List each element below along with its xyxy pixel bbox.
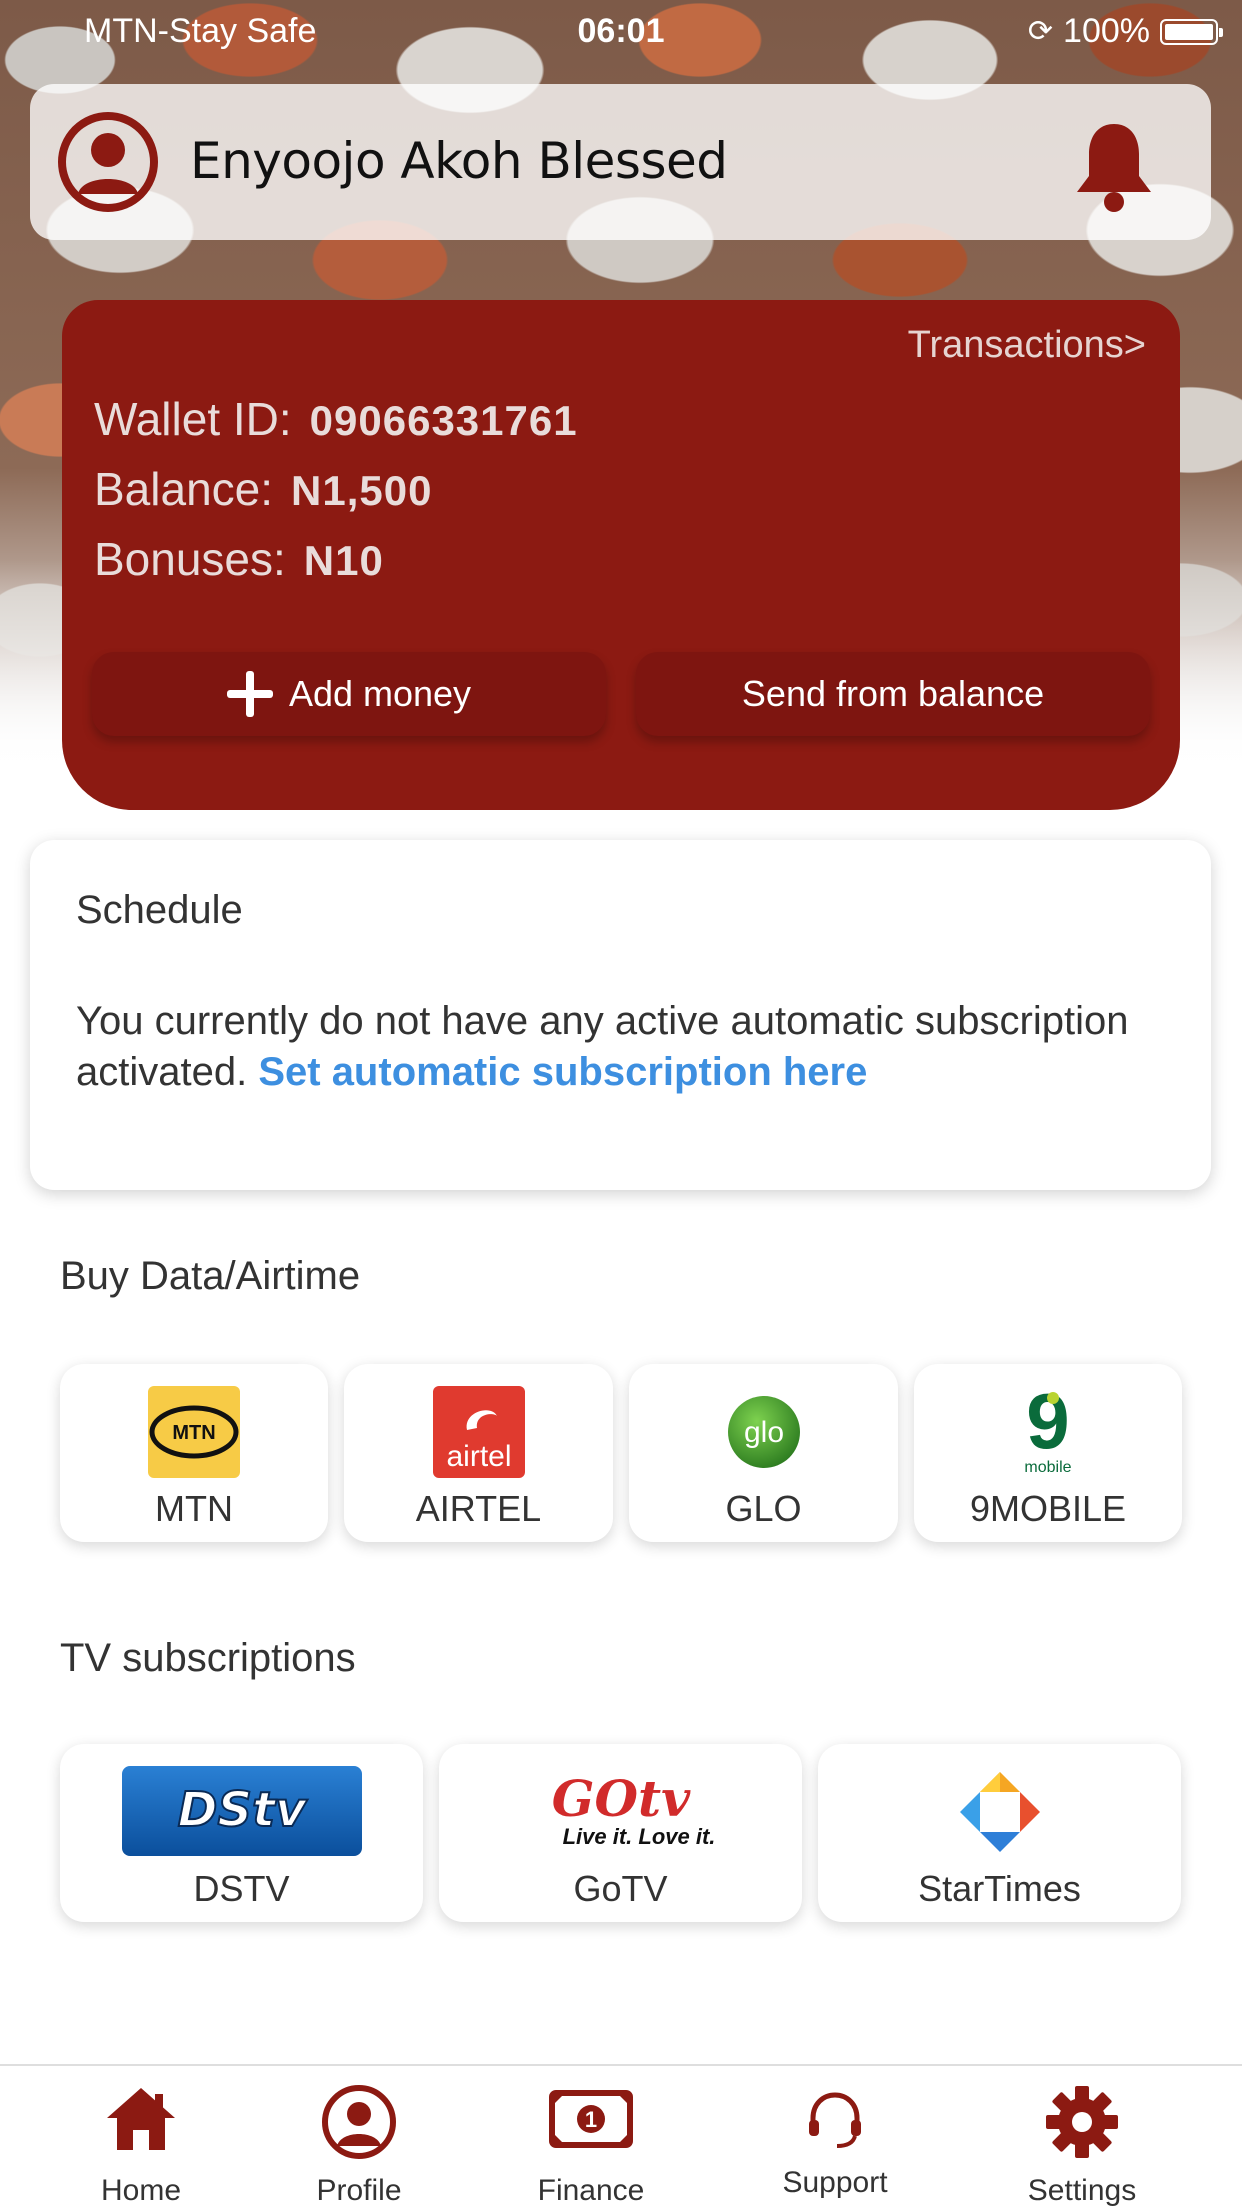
nav-profile-label: Profile bbox=[316, 2174, 402, 2207]
gear-icon bbox=[1046, 2086, 1118, 2158]
wallet-id-label: Wallet ID: bbox=[94, 393, 292, 445]
buy-data-airtime-title: Buy Data/Airtime bbox=[60, 1254, 361, 1298]
provider-label-mtn: MTN bbox=[155, 1488, 233, 1529]
provider-tile-airtel[interactable]: airtel AIRTEL bbox=[344, 1364, 613, 1542]
tv-label-startimes: StarTimes bbox=[918, 1868, 1081, 1909]
glo-logo-icon: glo bbox=[727, 1396, 800, 1468]
tv-tile-dstv[interactable]: DStv DSTV bbox=[60, 1744, 423, 1922]
bell-icon[interactable] bbox=[1069, 118, 1159, 214]
balance-value: N1,500 bbox=[291, 467, 433, 514]
dstv-logo-text: DStv bbox=[177, 1782, 307, 1838]
profile-icon bbox=[322, 2085, 396, 2159]
set-automatic-subscription-link[interactable]: Set automatic subscription here bbox=[258, 1050, 867, 1094]
send-from-balance-button[interactable]: Send from balance bbox=[636, 652, 1150, 736]
wallet-card: Transactions> Wallet ID: 09066331761 Bala… bbox=[62, 300, 1180, 810]
nav-home[interactable]: Home bbox=[41, 2066, 241, 2210]
svg-text:1: 1 bbox=[585, 2107, 597, 2132]
wallet-id-row: Wallet ID: 09066331761 bbox=[94, 392, 578, 446]
balance-row: Balance: N1,500 bbox=[94, 462, 432, 516]
headset-icon bbox=[809, 2092, 861, 2148]
mtn-logo-icon: MTN bbox=[148, 1386, 240, 1478]
provider-label-glo: GLO bbox=[725, 1488, 802, 1529]
nav-home-label: Home bbox=[100, 2174, 182, 2207]
status-right: ⟳ 100% bbox=[1027, 12, 1223, 51]
dstv-logo-icon: DStv bbox=[121, 1766, 362, 1856]
9mobile-logo-icon: 9 mobile bbox=[1024, 1382, 1071, 1476]
orientation-lock-icon: ⟳ bbox=[1027, 15, 1054, 48]
home-icon bbox=[107, 2088, 175, 2150]
gotv-logo-text: GOtv bbox=[551, 1769, 690, 1828]
tv-label-gotv: GoTV bbox=[573, 1868, 668, 1909]
mtn-logo-text: MTN bbox=[172, 1422, 215, 1444]
finance-icon: 1 bbox=[549, 2090, 633, 2148]
add-money-button[interactable]: Add money bbox=[92, 652, 606, 736]
tv-tile-gotv[interactable]: GOtv Live it. Love it. GoTV bbox=[439, 1744, 802, 1922]
bonuses-label: Bonuses: bbox=[94, 533, 286, 585]
user-name: Enyoojo Akoh Blessed bbox=[190, 132, 728, 190]
bottom-navigation: Home Profile 1 Finance Support Settings bbox=[0, 2064, 1242, 2210]
nav-support[interactable]: Support bbox=[735, 2066, 935, 2210]
send-from-balance-label: Send from balance bbox=[741, 673, 1045, 714]
provider-label-airtel: AIRTEL bbox=[415, 1488, 542, 1529]
glo-logo-text: glo bbox=[743, 1416, 783, 1449]
tv-label-dstv: DSTV bbox=[193, 1868, 290, 1909]
profile-header: Enyoojo Akoh Blessed bbox=[30, 84, 1211, 240]
gotv-logo-icon: GOtv Live it. Love it. bbox=[551, 1769, 715, 1849]
schedule-message: You currently do not have any active aut… bbox=[76, 996, 1166, 1098]
nav-finance-label: Finance bbox=[537, 2174, 645, 2207]
schedule-title: Schedule bbox=[76, 888, 243, 932]
bonuses-row: Bonuses: N10 bbox=[94, 532, 384, 586]
battery-icon bbox=[1160, 18, 1223, 45]
plus-icon bbox=[226, 671, 273, 717]
battery-percent: 100% bbox=[1063, 12, 1150, 50]
gotv-logo-tagline: Live it. Love it. bbox=[562, 1824, 715, 1849]
schedule-card: Schedule You currently do not have any a… bbox=[30, 840, 1211, 1190]
provider-label-9mobile: 9MOBILE bbox=[969, 1488, 1127, 1529]
nav-settings[interactable]: Settings bbox=[982, 2066, 1182, 2210]
9mobile-logo-sub: mobile bbox=[1024, 1459, 1071, 1476]
tv-subscriptions-title: TV subscriptions bbox=[60, 1636, 356, 1680]
nav-settings-label: Settings bbox=[1027, 2174, 1137, 2207]
9mobile-logo-number: 9 bbox=[1026, 1382, 1069, 1465]
status-bar: MTN-Stay Safe 06:01 ⟳ 100% bbox=[0, 0, 1242, 62]
nav-profile[interactable]: Profile bbox=[259, 2066, 459, 2210]
airtel-logo-icon: airtel bbox=[432, 1386, 525, 1478]
add-money-label: Add money bbox=[288, 673, 472, 714]
balance-label: Balance: bbox=[94, 463, 274, 515]
airtel-logo-text: airtel bbox=[446, 1440, 511, 1473]
transactions-link[interactable]: Transactions> bbox=[908, 324, 1146, 367]
nav-finance[interactable]: 1 Finance bbox=[491, 2066, 691, 2210]
provider-tile-glo[interactable]: glo GLO bbox=[629, 1364, 898, 1542]
provider-tile-9mobile[interactable]: 9 mobile 9MOBILE bbox=[914, 1364, 1182, 1542]
wallet-id-value: 09066331761 bbox=[309, 397, 578, 444]
tv-tile-startimes[interactable]: StarTimes bbox=[818, 1744, 1181, 1922]
provider-tile-mtn[interactable]: MTN MTN bbox=[60, 1364, 328, 1542]
nav-support-label: Support bbox=[782, 2166, 888, 2199]
bonuses-value: N10 bbox=[303, 537, 384, 584]
user-avatar-icon[interactable] bbox=[58, 112, 158, 212]
startimes-logo-icon bbox=[959, 1772, 1040, 1852]
